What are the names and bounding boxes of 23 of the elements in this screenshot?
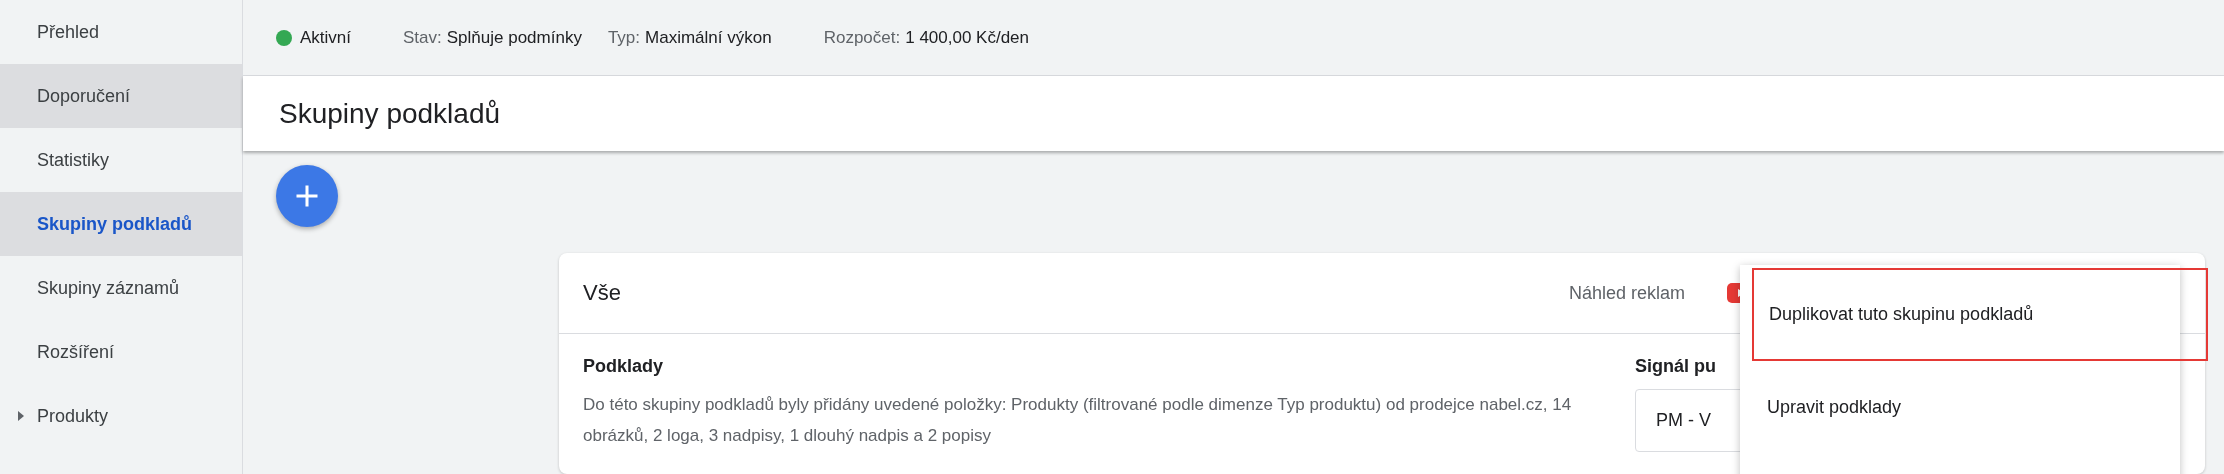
preview-label: Náhled reklam (1568, 282, 1685, 304)
sidebar-item[interactable]: Rozšíření (0, 320, 242, 384)
field-value: 1 400,00 Kč/den (905, 27, 1030, 48)
sidebar-item[interactable]: Doporučení (0, 64, 242, 128)
section-heading: Signál pu (1635, 356, 1717, 377)
page-title: Skupiny podkladů (279, 97, 501, 130)
status-label: Aktivní (300, 27, 352, 48)
card-title: Vše (583, 280, 621, 306)
sidebar-item[interactable]: Produkty (0, 384, 242, 448)
add-button[interactable] (276, 165, 338, 227)
field-label: Typ: (607, 27, 641, 48)
sidebar-item[interactable]: Statistiky (0, 128, 242, 192)
sidebar-item[interactable]: Skupiny podkladů (0, 192, 242, 256)
field-value: Maximální výkon (645, 27, 772, 48)
field-label: Stav: (403, 27, 442, 48)
assets-description: Do této skupiny podkladů byly přidány uvedené položky: Produkty (filtrované podle dimenze Typ produktu) od prodejce nabel.cz, 14 obrázků, 2 loga, 3 nadpisy, 1 dlouhý nadpis a 2 popisy (583, 394, 1573, 447)
field-label: Rozpočet: (823, 27, 901, 48)
section-heading: Podklady (583, 356, 665, 377)
sidebar-item[interactable]: Skupiny záznamů (0, 256, 242, 320)
sidebar-item[interactable]: Přehled (0, 0, 242, 64)
menu-item[interactable]: Upravit podklady (1740, 361, 2180, 454)
field-value: Splňuje podmínky (446, 27, 582, 48)
menu-item[interactable]: Duplikovat tuto skupinu podkladů (1752, 268, 2208, 361)
